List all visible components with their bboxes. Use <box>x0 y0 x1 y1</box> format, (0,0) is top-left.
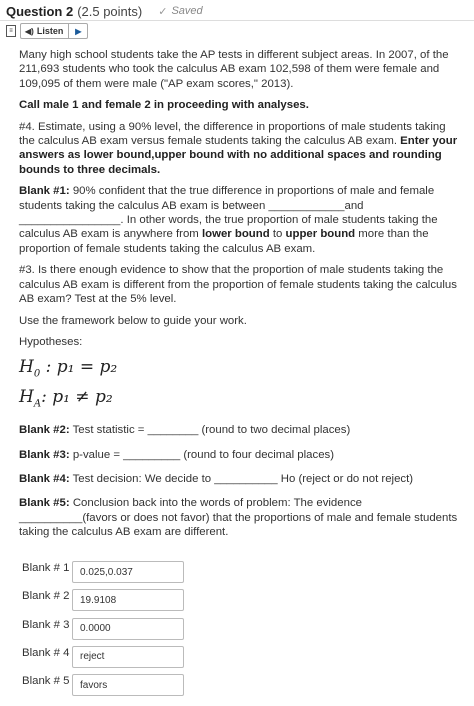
answer-row: Blank # 2 <box>22 589 184 617</box>
blank1-paragraph: Blank #1: 90% confident that the true di… <box>19 184 463 256</box>
answer-row: Blank # 3 <box>22 617 184 646</box>
question-title: Question 2 <box>6 3 74 19</box>
blank2-paragraph: Blank #2: Test statistic = ________ (rou… <box>19 423 463 437</box>
answer-label: Blank # 1 <box>22 562 70 574</box>
h0-expression: : p₁ = p₂ <box>40 357 118 378</box>
blank1-to: to <box>269 228 286 241</box>
q4-text: #4. Estimate, using a 90% level, the dif… <box>19 120 446 148</box>
blank-5-input[interactable] <box>72 674 184 697</box>
blank5-paragraph: Blank #5: Conclusion back into the words… <box>19 496 463 539</box>
blank3-paragraph: Blank #3: p-value = _________ (round to … <box>19 448 463 462</box>
speaker-icon: ◀) <box>25 26 34 36</box>
saved-status: ✓ Saved <box>158 5 202 18</box>
blank-3-input[interactable] <box>72 617 184 640</box>
answer-row: Blank # 1 <box>22 561 184 589</box>
question-body: Many high school students take the AP te… <box>19 48 463 547</box>
listen-button-label-wrap[interactable]: ◀) Listen <box>21 24 70 38</box>
answer-blanks: Blank # 1 Blank # 2 Blank # 3 Blank # 4 … <box>22 561 184 702</box>
ha-symbol: H <box>19 386 34 407</box>
blank-4-input[interactable] <box>72 645 184 668</box>
blank4-paragraph: Blank #4: Test decision: We decide to __… <box>19 472 463 486</box>
null-hypothesis: H0 : p₁ = p₂ <box>19 356 463 385</box>
blank-1-input[interactable] <box>72 561 184 583</box>
blank3-text: p-value = _________ (round to four decim… <box>69 448 335 461</box>
blank5-label: Blank #5: <box>19 497 70 510</box>
listen-toolbar: ≡ ◀) Listen ▶ <box>6 23 89 39</box>
header-divider <box>0 20 474 21</box>
question-header: Question 2 (2.5 points) ✓ Saved <box>6 2 203 20</box>
ha-expression: : p₁ ≠ p₂ <box>41 386 113 407</box>
blank3-label: Blank #3: <box>19 448 70 461</box>
saved-label: Saved <box>171 5 203 17</box>
lower-bound-term: lower bound <box>201 228 270 241</box>
blank4-text: Test decision: We decide to __________ H… <box>69 472 414 485</box>
call-note: Call male 1 and female 2 in proceeding w… <box>19 99 309 112</box>
q4-paragraph: #4. Estimate, using a 90% level, the dif… <box>19 120 463 178</box>
question-points: (2.5 points) <box>77 3 143 19</box>
blank1-label: Blank #1: <box>19 185 70 198</box>
q3-text: #3. Is there enough evidence to show tha… <box>19 264 457 306</box>
listen-button[interactable]: ◀) Listen ▶ <box>20 23 89 39</box>
blank4-label: Blank #4: <box>19 472 70 485</box>
hypotheses-label: Hypotheses: <box>19 335 83 348</box>
check-icon: ✓ <box>158 5 168 18</box>
upper-bound-term: upper bound <box>285 228 356 241</box>
answer-row: Blank # 5 <box>22 674 184 702</box>
ha-subscript: A <box>33 398 42 410</box>
blank5-text: Conclusion back into the words of proble… <box>19 497 458 539</box>
alt-hypothesis: HA: p₁ ≠ p₂ <box>19 386 463 415</box>
play-icon[interactable]: ▶ <box>69 27 87 36</box>
answer-label: Blank # 3 <box>22 618 70 631</box>
blank-2-input[interactable] <box>72 589 184 612</box>
answer-label: Blank # 2 <box>22 590 70 603</box>
listen-label: Listen <box>36 26 64 36</box>
intro-text: Many high school students take the AP te… <box>19 49 449 90</box>
readspeaker-icon[interactable]: ≡ <box>6 25 16 37</box>
answer-label: Blank # 5 <box>22 675 70 688</box>
answer-label: Blank # 4 <box>22 646 70 659</box>
blank2-text: Test statistic = ________ (round to two … <box>69 424 351 437</box>
answer-row: Blank # 4 <box>22 645 184 674</box>
framework-text: Use the framework below to guide your wo… <box>19 314 247 327</box>
h0-symbol: H <box>19 357 34 378</box>
blank2-label: Blank #2: <box>19 424 70 437</box>
